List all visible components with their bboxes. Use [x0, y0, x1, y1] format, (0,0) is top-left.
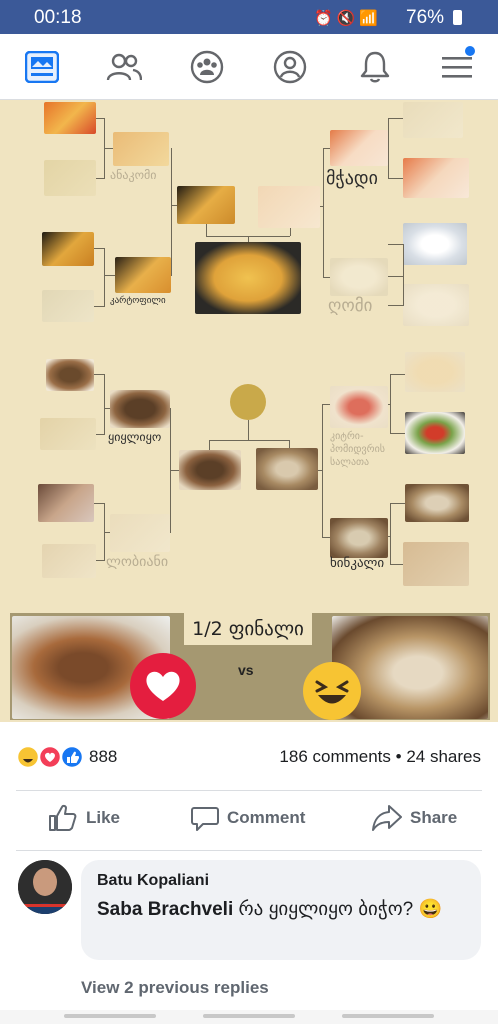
label-khinkali: ხინკალი — [330, 556, 385, 571]
top-nav — [0, 34, 498, 100]
notifications-icon[interactable] — [355, 48, 395, 86]
food-photo-lobiani — [110, 514, 170, 552]
food-photo-anakomi-1 — [44, 102, 96, 134]
action-bar: Like Comment Share — [0, 796, 498, 844]
system-nav-bar — [0, 1010, 498, 1024]
haha-reaction-icon — [303, 662, 361, 720]
avatar[interactable] — [18, 860, 72, 914]
profile-icon[interactable] — [270, 48, 310, 86]
food-photo-kiyliyo — [110, 390, 170, 428]
food-photo-khinkali — [330, 518, 388, 558]
share-label: Share — [410, 808, 458, 827]
like-button[interactable]: Like — [48, 804, 120, 832]
food-photo-gomi-2 — [403, 284, 469, 326]
food-photo-semi-right-upper — [258, 186, 320, 228]
comment-author[interactable]: Batu Kopaliani — [97, 872, 465, 890]
food-photo-kartopili-1 — [42, 232, 94, 266]
divider — [16, 790, 482, 791]
food-photo-kartopili — [115, 257, 171, 293]
food-photo-mchadi-1 — [403, 102, 463, 138]
food-photo-kiyliyo-2 — [40, 418, 96, 450]
food-photo-semi-khinkali — [256, 448, 318, 490]
divider — [16, 850, 482, 851]
reaction-icons — [16, 745, 85, 774]
battery-icon — [453, 10, 462, 25]
food-photo-khinkali-2 — [403, 542, 469, 586]
food-photo-anakomi-2 — [44, 160, 96, 196]
label-lobiani: ლობიანი — [106, 554, 169, 570]
reaction-count: 888 — [89, 747, 118, 766]
status-icons: ⏰🔇📶 — [314, 10, 383, 27]
thumbs-up-icon — [49, 804, 77, 831]
label-salad: კიტრი-პომიდვრის სალათა — [330, 431, 386, 468]
battery-percent: 76% — [406, 7, 445, 28]
post-image[interactable]: ანაკომი კარტოფილი მჭადი ღომი ყიყლიყო ლობ… — [0, 100, 498, 722]
status-time: 00:18 — [34, 7, 82, 28]
food-photo-salad-2 — [405, 412, 465, 454]
semifinal-label: 1/2 ფინალი — [184, 613, 312, 645]
food-photo-kartopili-2 — [42, 290, 94, 322]
food-photo-lobiani-2 — [42, 544, 96, 578]
food-photo-lobiani-1 — [38, 484, 94, 522]
food-photo-kiyliyo-1 — [46, 359, 94, 391]
food-photo-gomi-1 — [403, 223, 467, 265]
comment-icon — [191, 807, 219, 831]
menu-notification-dot — [465, 46, 475, 56]
bracket-center-circle — [230, 384, 266, 420]
like-label: Like — [86, 808, 121, 827]
share-icon — [372, 805, 402, 831]
food-photo-gomi — [330, 258, 388, 296]
comment-button[interactable]: Comment — [191, 804, 305, 832]
comment-bubble[interactable]: Batu Kopaliani Saba Brachveli რა ყიყლიყო… — [81, 860, 481, 960]
news-feed-icon[interactable] — [22, 48, 62, 86]
comment-body: რა ყიყლიყო ბიჭო? 😀 — [233, 899, 443, 920]
food-photo-anakomi — [113, 132, 169, 166]
vs-label: vs — [238, 662, 254, 678]
comment-text: Saba Brachveli რა ყიყლიყო ბიჭო? 😀 — [97, 896, 465, 924]
reactions-summary[interactable]: 888 186 comments • 24 shares — [0, 734, 498, 782]
food-photo-salad-1 — [405, 352, 465, 392]
label-gomi: ღომი — [328, 296, 373, 316]
label-anakomi: ანაკომი — [110, 168, 157, 182]
status-bar: 00:18 ⏰🔇📶 76% — [0, 0, 498, 34]
food-photo-semi-left-upper — [177, 186, 235, 224]
label-mchadi: მჭადი — [326, 168, 378, 189]
comment-mention[interactable]: Saba Brachveli — [97, 899, 233, 920]
food-photo-khinkali-1 — [405, 484, 469, 522]
comment-label: Comment — [227, 808, 306, 827]
food-photo-salad — [330, 386, 388, 428]
label-kartopili: კარტოფილი — [110, 296, 166, 306]
food-photo-mchadi — [330, 130, 388, 166]
comments-shares-summary[interactable]: 186 comments • 24 shares — [279, 747, 481, 767]
shares-count[interactable]: 24 shares — [406, 747, 481, 766]
food-photo-mchadi-2 — [403, 158, 469, 198]
comments-count[interactable]: 186 comments — [279, 747, 391, 766]
food-photo-semi-kiyliyo — [179, 450, 241, 490]
love-reaction-icon — [130, 653, 196, 719]
separator-dot: • — [395, 747, 402, 766]
share-button[interactable]: Share — [372, 804, 457, 832]
label-kiyliyo: ყიყლიყო — [108, 430, 162, 444]
view-previous-replies[interactable]: View 2 previous replies — [81, 978, 269, 998]
groups-icon[interactable] — [187, 48, 227, 86]
friends-icon[interactable] — [104, 48, 144, 86]
food-photo-finalist-kartopili — [195, 242, 301, 314]
